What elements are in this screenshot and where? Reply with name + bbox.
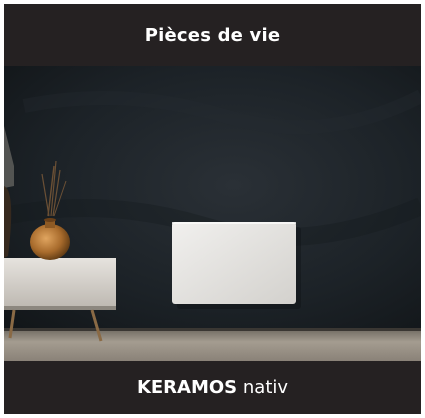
product-name: KERAMOS nativ [137, 377, 288, 398]
product-brand: KERAMOS [136, 377, 238, 398]
product-photo [4, 66, 421, 361]
card-footer: KERAMOS nativ [4, 361, 421, 414]
card-header: Pièces de vie [4, 4, 421, 66]
floor [4, 329, 421, 361]
product-model: nativ [242, 377, 289, 398]
panel-heater [172, 222, 301, 309]
sideboard [4, 258, 116, 308]
product-card[interactable]: Pièces de vie KERAMOS nativ [4, 4, 421, 414]
card-title: Pièces de vie [144, 24, 281, 46]
